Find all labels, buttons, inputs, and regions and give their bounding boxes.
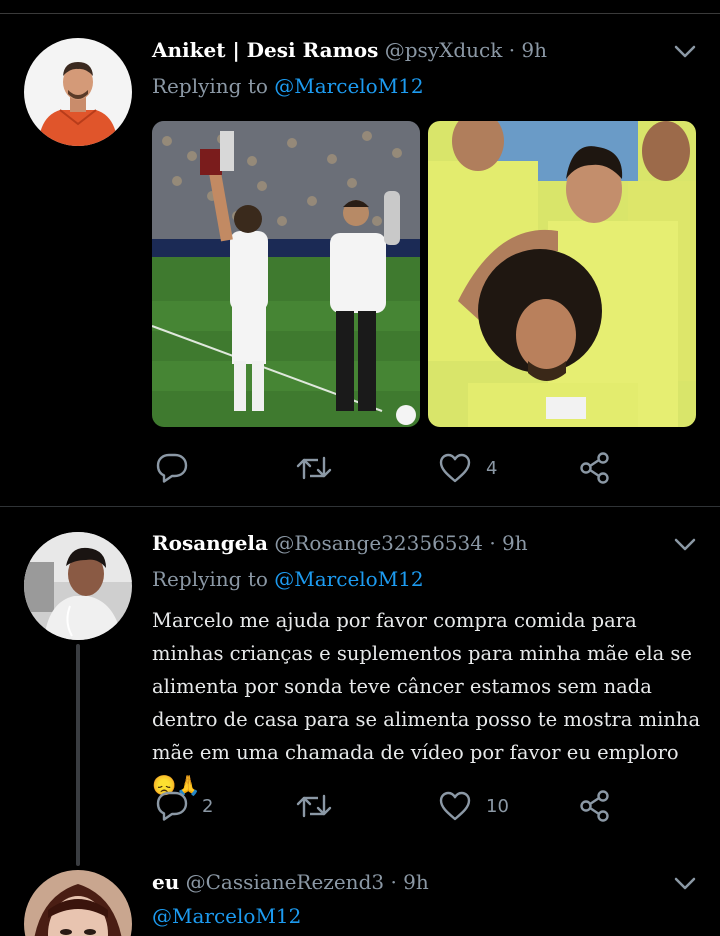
share-button[interactable] (578, 786, 612, 826)
heart-icon (439, 791, 471, 821)
replying-to: Replying to @MarceloM12 (152, 74, 424, 98)
replying-prefix: Replying to (152, 567, 268, 591)
retweet-icon (296, 794, 332, 818)
retweet-icon (296, 456, 332, 480)
tweet-actions: 4 (152, 448, 622, 488)
avatar[interactable] (24, 38, 132, 146)
tweet-actions: 2 10 (152, 786, 622, 826)
tweet-1[interactable]: Aniket | Desi Ramos @psyXduck · 9h Reply… (0, 0, 720, 506)
separator-dot: · (508, 38, 516, 62)
reply-bubble-icon (156, 791, 188, 821)
reply-count: 2 (202, 795, 214, 817)
tweet-3[interactable]: eu @CassianeRezend3 · 9h @MarceloM12 (0, 856, 720, 936)
mention-link[interactable]: @MarceloM12 (274, 74, 423, 98)
tweet-image-1[interactable] (152, 121, 420, 427)
author-name[interactable]: Aniket | Desi Ramos (152, 38, 378, 62)
tweet-time[interactable]: 9h (521, 38, 547, 62)
reply-bubble-icon (156, 453, 188, 483)
tweet-header: Rosangela @Rosange32356534 · 9h (152, 531, 528, 555)
separator-dot: · (489, 531, 496, 555)
author-handle[interactable]: @Rosange32356534 (274, 531, 483, 555)
tweet-image-2[interactable] (428, 121, 696, 427)
reply-button[interactable]: 2 (156, 786, 213, 826)
like-button[interactable]: 4 (438, 448, 497, 488)
like-count: 4 (486, 457, 498, 479)
thread-line (76, 644, 80, 866)
chevron-down-icon[interactable] (674, 45, 696, 59)
separator-dot: · (390, 870, 397, 894)
retweet-button[interactable] (296, 448, 346, 488)
tweet-2[interactable]: Rosangela @Rosange32356534 · 9h Replying… (0, 507, 720, 866)
chevron-down-icon[interactable] (674, 538, 696, 552)
avatar[interactable] (24, 870, 132, 936)
author-handle[interactable]: @psyXduck (385, 38, 503, 62)
replying-to: Replying to @MarceloM12 (152, 567, 424, 591)
share-button[interactable] (578, 448, 612, 488)
author-name[interactable]: eu (152, 870, 179, 894)
mention-link[interactable]: @MarceloM12 (152, 904, 301, 928)
mention-link[interactable]: @MarceloM12 (274, 567, 423, 591)
chevron-down-icon[interactable] (674, 877, 696, 891)
share-icon (580, 790, 609, 822)
author-handle[interactable]: @CassianeRezend3 (186, 870, 384, 894)
tweet-time[interactable]: 9h (403, 870, 429, 894)
heart-icon (439, 453, 471, 483)
share-icon (580, 452, 609, 484)
avatar[interactable] (24, 532, 132, 640)
tweet-text: @MarceloM12 (152, 904, 301, 928)
tweet-header: Aniket | Desi Ramos @psyXduck · 9h (152, 38, 547, 62)
like-button[interactable]: 10 (438, 786, 509, 826)
tweet-time[interactable]: 9h (502, 531, 528, 555)
tweet-text: Marcelo me ajuda por favor compra comida… (152, 609, 701, 797)
like-count: 10 (486, 795, 509, 817)
author-name[interactable]: Rosangela (152, 531, 268, 555)
retweet-button[interactable] (296, 786, 346, 826)
replying-prefix: Replying to (152, 74, 268, 98)
reply-button[interactable] (156, 448, 202, 488)
tweet-header: eu @CassianeRezend3 · 9h (152, 870, 429, 894)
